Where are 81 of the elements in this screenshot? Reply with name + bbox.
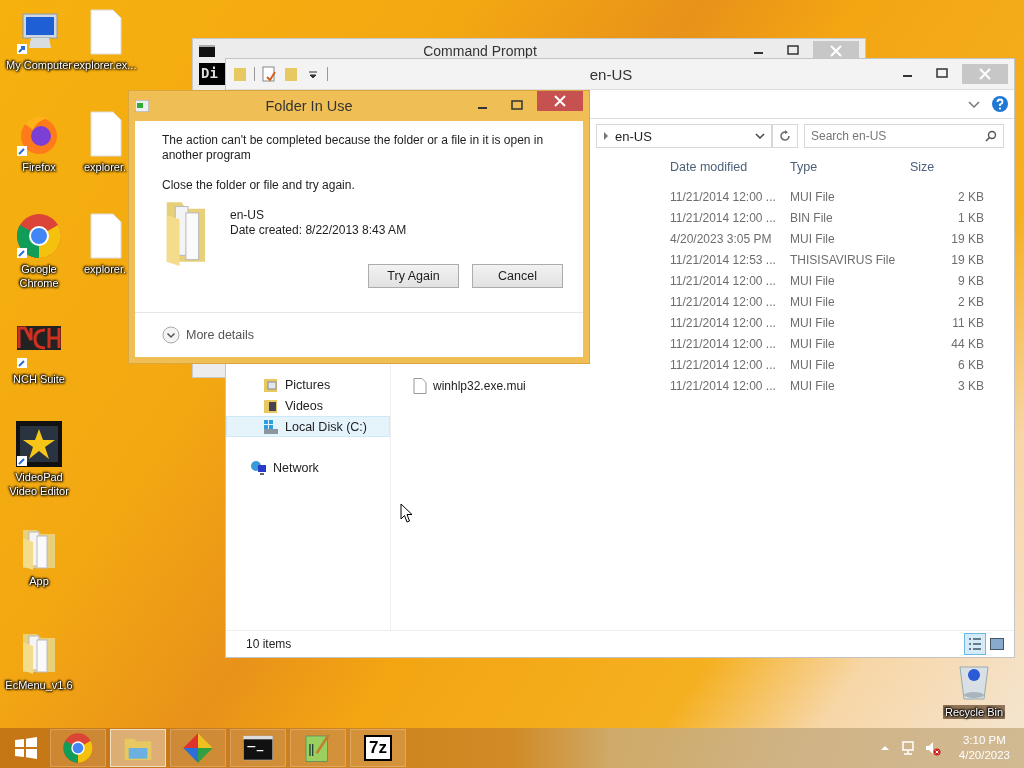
help-icon[interactable] bbox=[992, 96, 1008, 112]
terminal-icon bbox=[242, 732, 274, 764]
7zip-icon: 7z bbox=[364, 735, 392, 761]
network-icon bbox=[251, 459, 267, 476]
refresh-icon bbox=[779, 130, 791, 142]
table-cell-text: 11/21/2014 12:00 ... bbox=[669, 294, 777, 309]
table-cell-text: 9 KB bbox=[957, 273, 984, 288]
table-cell-text: 11 KB bbox=[951, 315, 984, 330]
search-field[interactable]: Search en-US bbox=[804, 124, 1004, 148]
local-disk-icon bbox=[263, 418, 279, 435]
column-header[interactable]: Type bbox=[788, 160, 908, 174]
breadcrumb-arrow-icon bbox=[603, 132, 609, 140]
dialog-title: Folder In Use bbox=[264, 98, 354, 114]
table-cell-text: 44 KB bbox=[950, 336, 984, 351]
dialog-button[interactable]: Cancel bbox=[472, 264, 563, 288]
nav-item[interactable]: Videos bbox=[226, 395, 390, 416]
table-cell-text: 19 KB bbox=[950, 231, 984, 246]
table-cell-text: 2 KB bbox=[957, 189, 984, 204]
details-list-icon bbox=[968, 638, 982, 650]
table-cell-text: BIN File bbox=[789, 210, 834, 225]
dropdown-caret-icon[interactable] bbox=[755, 132, 765, 140]
pictures-folder-icon bbox=[263, 376, 279, 393]
refresh-button[interactable] bbox=[772, 124, 798, 148]
diamond-icon bbox=[182, 732, 214, 764]
table-cell-text: 19 KB bbox=[950, 252, 984, 267]
table-cell-text: MUI File bbox=[789, 294, 836, 309]
table-cell-text: THISISAVIRUS File bbox=[789, 252, 897, 267]
search-icon bbox=[985, 130, 997, 142]
folder-name: en-US bbox=[230, 208, 265, 223]
table-cell-text: 11/21/2014 12:00 ... bbox=[669, 336, 777, 351]
chrome-icon bbox=[62, 732, 94, 764]
chevron-down-icon bbox=[162, 326, 180, 344]
console-text: Di bbox=[199, 63, 225, 85]
table-cell-text: 11/21/2014 12:00 ... bbox=[669, 357, 777, 372]
picture-icon bbox=[990, 638, 1004, 650]
chrome-icon bbox=[15, 212, 63, 260]
nav-item[interactable]: Local Disk (C:) bbox=[226, 416, 390, 437]
table-cell-text: MUI File bbox=[789, 315, 836, 330]
column-header[interactable]: Date modified bbox=[668, 160, 788, 174]
more-details-button[interactable]: More details bbox=[162, 326, 255, 344]
table-cell-text: 1 KB bbox=[957, 210, 984, 225]
column-header[interactable]: Size bbox=[908, 160, 986, 174]
table-cell-text: MUI File bbox=[789, 273, 836, 288]
details-view-button[interactable] bbox=[964, 633, 986, 655]
item-count: 10 items bbox=[246, 637, 293, 651]
table-cell-text: 11/21/2014 12:00 ... bbox=[669, 189, 777, 204]
table-cell-text: MUI File bbox=[789, 231, 836, 246]
taskbar-button[interactable]: 7z bbox=[350, 729, 406, 767]
dialog-instruction: Close the folder or file and try again. bbox=[162, 178, 356, 192]
table-cell-text: 11/21/2014 12:00 ... bbox=[669, 210, 777, 225]
table-cell-text: 11/21/2014 12:00 ... bbox=[669, 378, 777, 393]
window-title: Command Prompt bbox=[422, 43, 538, 59]
close-icon[interactable] bbox=[537, 91, 583, 111]
table-cell-text: 2 KB bbox=[957, 294, 984, 309]
taskbar-button[interactable] bbox=[230, 729, 286, 767]
videos-folder-icon bbox=[263, 397, 279, 414]
table-cell-text: MUI File bbox=[789, 378, 836, 393]
properties-icon[interactable] bbox=[261, 66, 277, 82]
nav-item[interactable]: Network bbox=[226, 457, 390, 478]
table-cell-text: MUI File bbox=[789, 357, 836, 372]
table-cell-text: 3 KB bbox=[957, 378, 984, 393]
table-cell-text: MUI File bbox=[789, 189, 836, 204]
desktop-icon-label[interactable]: Recycle Bin bbox=[942, 705, 1006, 719]
table-cell-text: 11/21/2014 12:53 ... bbox=[669, 252, 777, 267]
dialog-button[interactable]: Try Again bbox=[368, 264, 459, 288]
file-icon bbox=[413, 377, 427, 394]
table-cell-text: 4/20/2023 3:05 PM bbox=[669, 231, 773, 246]
dialog-app-icon bbox=[135, 100, 149, 112]
table-cell-text: 11/21/2014 12:00 ... bbox=[669, 315, 777, 330]
date-created: Date created: 8/22/2013 8:43 AM bbox=[230, 223, 407, 238]
nav-item[interactable]: Pictures bbox=[226, 374, 390, 395]
table-cell-text: 11/21/2014 12:00 ... bbox=[669, 273, 777, 288]
table-cell-text: MUI File bbox=[789, 336, 836, 351]
address-bar[interactable]: en-US bbox=[596, 124, 772, 148]
file-name[interactable]: winhlp32.exe.mui bbox=[433, 378, 526, 393]
table-cell-text: 6 KB bbox=[957, 357, 984, 372]
terminal-icon bbox=[199, 45, 215, 57]
dialog-message: The action can't be completed because the folder or a file in it is open in another program bbox=[162, 133, 545, 163]
muted-speaker-icon[interactable] bbox=[924, 740, 941, 756]
window-title: en-US bbox=[588, 65, 634, 83]
mouse-pointer-icon bbox=[400, 503, 413, 523]
